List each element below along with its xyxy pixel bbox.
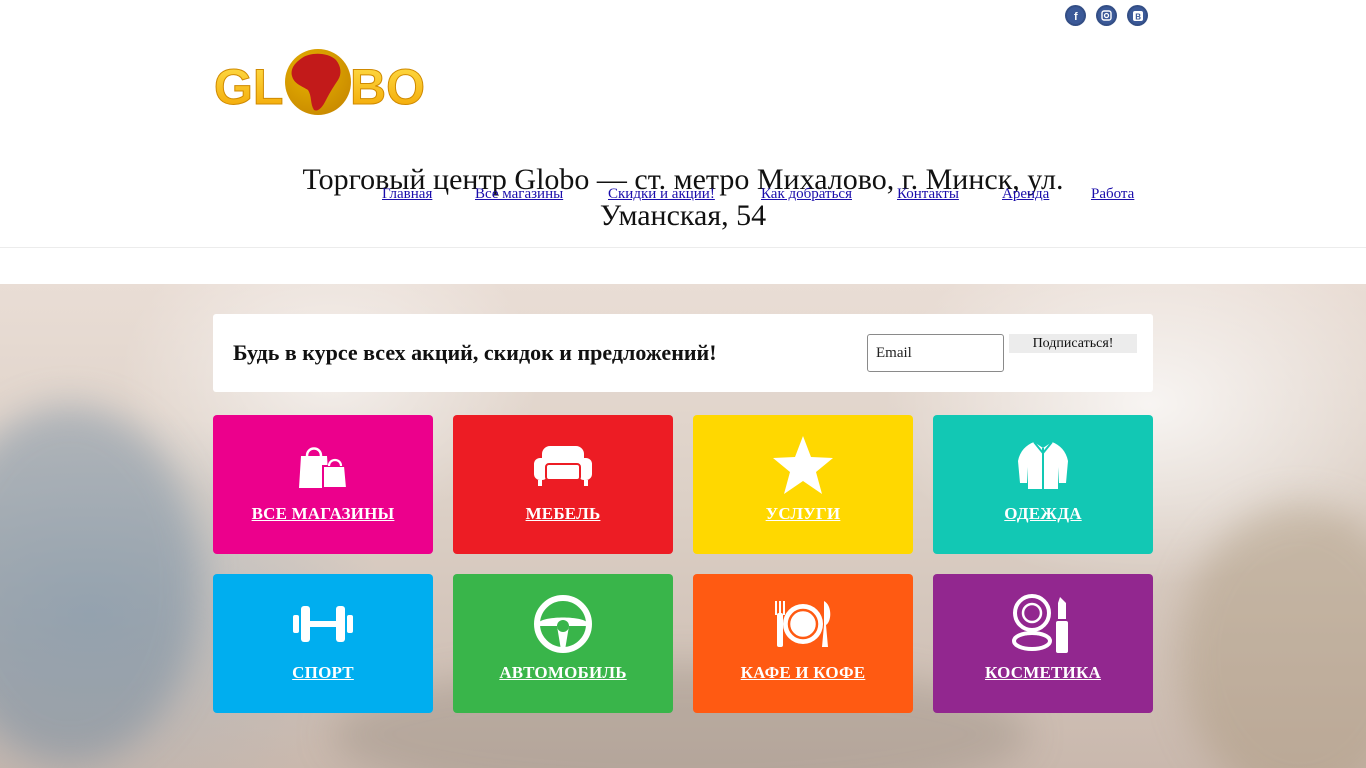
social-links: f B [1065,5,1148,26]
email-input[interactable] [867,334,1004,372]
category-tile-cosmetics[interactable]: Косметика [933,574,1153,713]
globo-logo[interactable]: GL BO [214,44,428,120]
subscribe-button[interactable]: Подписаться! [1009,334,1137,353]
steering-wheel-icon [531,592,595,656]
sofa-icon [531,433,595,497]
category-tile-sport[interactable]: Спорт [213,574,433,713]
svg-text:GL: GL [214,59,283,115]
shopping-bags-icon [291,433,355,497]
category-label: Одежда [1004,504,1082,523]
instagram-icon[interactable] [1096,5,1117,26]
nav-item-contacts[interactable]: Контакты [897,186,959,203]
svg-text:f: f [1074,11,1078,22]
nav-item-home[interactable]: Главная [382,186,432,203]
category-label: Все магазины [251,504,395,523]
jacket-icon [1011,433,1075,497]
cosmetics-icon [1011,592,1075,656]
plate-cutlery-icon [771,592,835,656]
category-tile-auto[interactable]: Автомобиль [453,574,673,713]
category-label: Спорт [292,663,354,682]
category-tile-clothing[interactable]: Одежда [933,415,1153,554]
star-icon [771,433,835,497]
subscribe-box: Будь в курсе всех акций, скидок и предло… [213,314,1153,392]
background-blur [1180,504,1366,768]
dumbbell-icon [291,592,355,656]
hero-section: Будь в курсе всех акций, скидок и предло… [0,284,1366,768]
subscribe-heading: Будь в курсе всех акций, скидок и предло… [233,340,717,365]
header-divider [0,247,1366,248]
nav-item-discounts[interactable]: Скидки и акции! [608,186,715,203]
nav-item-all-shops[interactable]: Все магазины [475,186,563,203]
category-tile-cafe[interactable]: Кафе и кофе [693,574,913,713]
svg-text:BO: BO [350,59,425,115]
category-tile-furniture[interactable]: Мебель [453,415,673,554]
nav-item-rent[interactable]: Аренда [1002,186,1049,203]
category-label: Услуги [765,504,841,523]
svg-text:B: B [1135,12,1141,21]
category-tile-all-shops[interactable]: Все магазины [213,415,433,554]
category-label: Косметика [985,663,1101,682]
facebook-icon[interactable]: f [1065,5,1086,26]
category-tile-services[interactable]: Услуги [693,415,913,554]
nav-item-jobs[interactable]: Работа [1091,186,1134,203]
category-grid: Все магазины Мебель Услуг [213,415,1153,713]
nav-item-directions[interactable]: Как добраться [761,186,852,203]
category-label: Мебель [525,504,601,523]
background-blur [0,404,200,764]
vkontakte-icon[interactable]: B [1127,5,1148,26]
category-label: Автомобиль [499,663,627,682]
category-label: Кафе и кофе [740,663,866,682]
